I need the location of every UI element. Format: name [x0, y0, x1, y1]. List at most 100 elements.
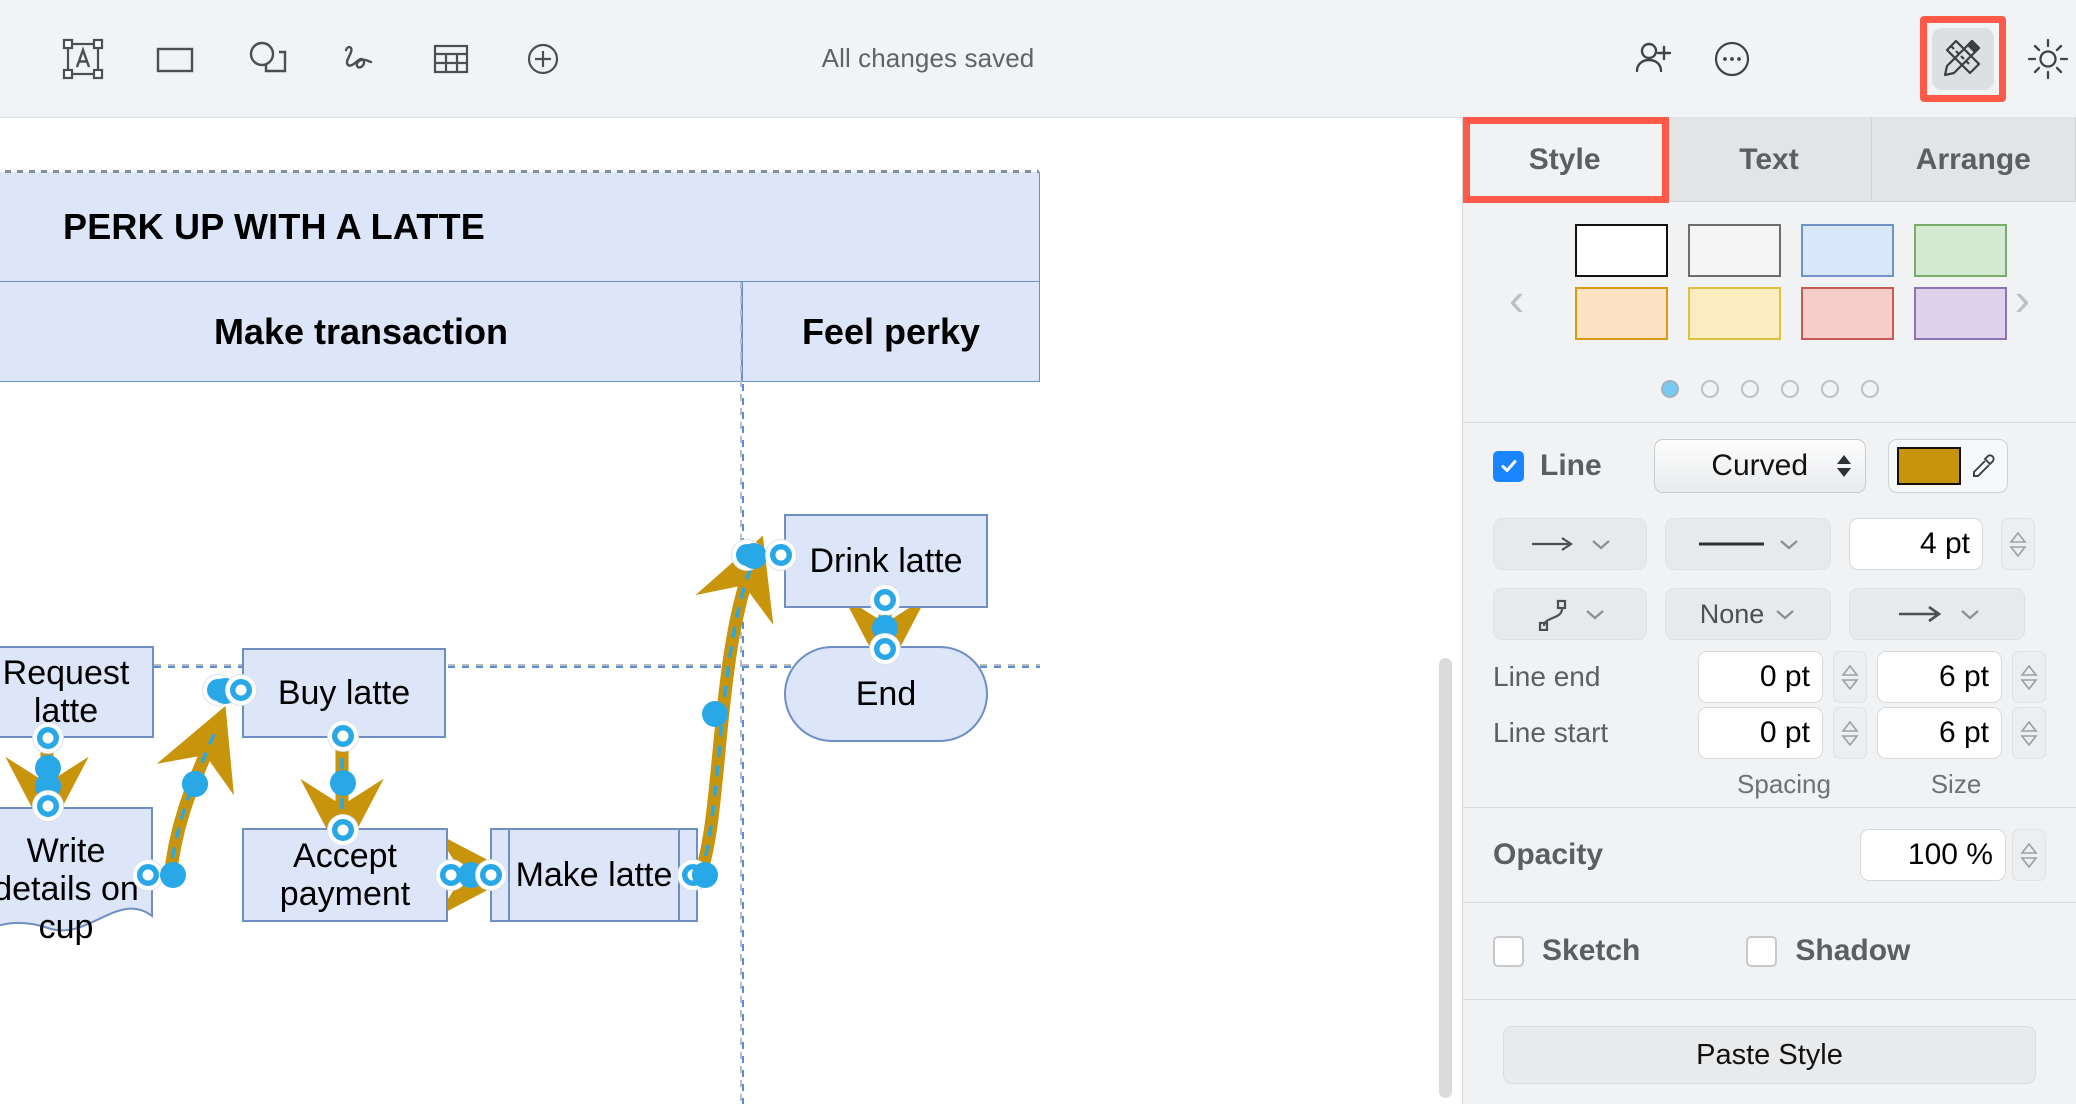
line-end-marker-select[interactable] [1849, 588, 2025, 640]
swatch-next-button[interactable]: › [2015, 276, 2030, 322]
connector-endpoint-handle[interactable] [766, 540, 796, 570]
line-start-marker-select[interactable]: None [1665, 588, 1831, 640]
line-end-spacing-stepper[interactable] [1832, 651, 1867, 703]
shapes-tool-button[interactable] [239, 31, 295, 87]
paste-style-button[interactable]: Paste Style [1503, 1026, 2036, 1084]
line-start-size-input[interactable]: 6 pt [1876, 707, 2002, 759]
connector-control-handle[interactable] [702, 701, 728, 727]
add-collaborator-button[interactable] [1626, 31, 1682, 87]
share-group [1626, 31, 1760, 87]
insert-tool-button[interactable] [515, 31, 571, 87]
rectangle-icon [153, 37, 197, 81]
node-write-details-on-cup[interactable]: Write details on cup [0, 806, 154, 946]
text-box-tool-button[interactable] [55, 31, 111, 87]
tab-text[interactable]: Text [1667, 118, 1872, 202]
style-swatch-green[interactable] [1914, 224, 2007, 277]
line-start-spacing-input[interactable]: 0 pt [1697, 707, 1823, 759]
swatch-prev-button[interactable]: ‹ [1509, 276, 1524, 322]
appearance-toggle-button[interactable] [2020, 31, 2076, 87]
chevron-down-icon [1586, 610, 1604, 620]
node-make-latte[interactable]: Make latte [490, 828, 698, 922]
connector-endpoint-handle[interactable] [328, 721, 358, 751]
text-box-icon [61, 37, 105, 81]
style-swatch-purple[interactable] [1914, 287, 2007, 340]
chevron-down-icon [1776, 610, 1794, 620]
line-arrow-style-select[interactable] [1493, 518, 1647, 570]
connector-midpoint-handle[interactable] [330, 770, 356, 796]
node-request-latte[interactable]: Request latte [0, 646, 154, 738]
pencil-ruler-icon [1940, 34, 1986, 85]
connector-endpoint-handle[interactable] [476, 860, 506, 890]
canvas-vertical-scrollbar[interactable] [1439, 658, 1452, 1098]
sketch-label: Sketch [1542, 934, 1641, 967]
style-swatch-gray[interactable] [1688, 224, 1781, 277]
tab-style[interactable]: Style [1463, 118, 1668, 202]
line-width-stepper[interactable] [2001, 518, 2035, 570]
chevron-down-icon [1780, 540, 1798, 550]
swatch-page-dot[interactable] [1820, 380, 1839, 398]
swatch-grid [1575, 224, 2007, 340]
connector-midpoint-handle[interactable] [741, 543, 767, 569]
add-person-icon [1630, 35, 1678, 83]
chevron-down-icon [1592, 540, 1610, 550]
toolbar-right-group [1626, 0, 2076, 118]
line-end-size-stepper[interactable] [2011, 651, 2046, 703]
stepper-down-icon [2020, 678, 2038, 690]
table-tool-button[interactable] [423, 31, 479, 87]
swatch-page-dot[interactable] [1740, 380, 1759, 398]
format-panel-toggle-button[interactable] [1932, 28, 1994, 90]
format-tabs: Style Text Arrange [1463, 117, 2076, 203]
swatch-page-dot[interactable] [1660, 380, 1679, 398]
connector-endpoint-handle[interactable] [33, 791, 63, 821]
arrow-right-icon [1532, 537, 1573, 551]
line-start-spacing-stepper[interactable] [1832, 707, 1867, 759]
style-swatch-blue[interactable] [1801, 224, 1894, 277]
line-shape-select[interactable]: Curved [1653, 439, 1866, 493]
shadow-checkbox[interactable] [1746, 935, 1778, 967]
connector-midpoint-handle[interactable] [692, 862, 718, 888]
tab-arrange[interactable]: Arrange [1871, 118, 2076, 202]
connector-midpoint-handle[interactable] [160, 862, 186, 888]
line-width-input[interactable]: 4 pt [1849, 518, 1983, 570]
connector-control-handle[interactable] [182, 771, 208, 797]
select-stepper-arrows [1835, 454, 1853, 478]
swatch-page-dot[interactable] [1780, 380, 1799, 398]
line-enabled-checkbox[interactable] [1493, 450, 1524, 482]
line-end-spacing-input[interactable]: 0 pt [1697, 651, 1823, 703]
diagram-canvas[interactable]: PERK UP WITH A LATTE Make transaction Fe… [0, 118, 1462, 1104]
shapes-icon [245, 37, 289, 81]
style-swatch-yellow[interactable] [1688, 287, 1781, 340]
opacity-stepper[interactable] [2012, 829, 2046, 881]
connector-endpoint-handle[interactable] [33, 723, 63, 753]
curved-connector-icon [1538, 599, 1567, 631]
sketch-checkbox[interactable] [1493, 935, 1524, 967]
connector-endpoint-handle[interactable] [870, 634, 900, 664]
connector-endpoint-handle[interactable] [328, 815, 358, 845]
node-label: Accept payment [279, 836, 411, 913]
line-start-size-stepper[interactable] [2011, 707, 2046, 759]
stepper-up-icon [1841, 720, 1859, 732]
connector-endpoint-handle[interactable] [226, 675, 256, 705]
style-swatch-white[interactable] [1575, 224, 1668, 277]
toolbar-tools-group [55, 31, 571, 87]
line-color-chip[interactable] [1896, 447, 1961, 485]
draw-tool-button[interactable] [331, 31, 387, 87]
line-start-row: Line start 0 pt 6 pt [1463, 705, 2076, 761]
line-shape-value: Curved [1711, 449, 1809, 482]
rectangle-tool-button[interactable] [147, 31, 203, 87]
line-end-size-input[interactable]: 6 pt [1876, 651, 2002, 703]
connector-shape-select[interactable] [1493, 588, 1647, 640]
swatch-page-dot[interactable] [1700, 380, 1719, 398]
opacity-input[interactable]: 100 % [1860, 829, 2006, 881]
style-swatch-orange[interactable] [1575, 287, 1668, 340]
more-options-button[interactable] [1704, 31, 1760, 87]
eyedropper-icon[interactable] [1969, 452, 1997, 480]
line-style-controls-row-1: 4 pt [1463, 509, 2076, 579]
connector-endpoint-handle[interactable] [870, 585, 900, 615]
style-swatch-red[interactable] [1801, 287, 1894, 340]
connector-endpoint-handle[interactable] [133, 860, 163, 890]
shadow-label: Shadow [1795, 934, 1911, 967]
line-stroke-style-select[interactable] [1665, 518, 1831, 570]
swatch-page-dot[interactable] [1860, 380, 1879, 398]
line-color-control[interactable] [1887, 439, 2008, 493]
